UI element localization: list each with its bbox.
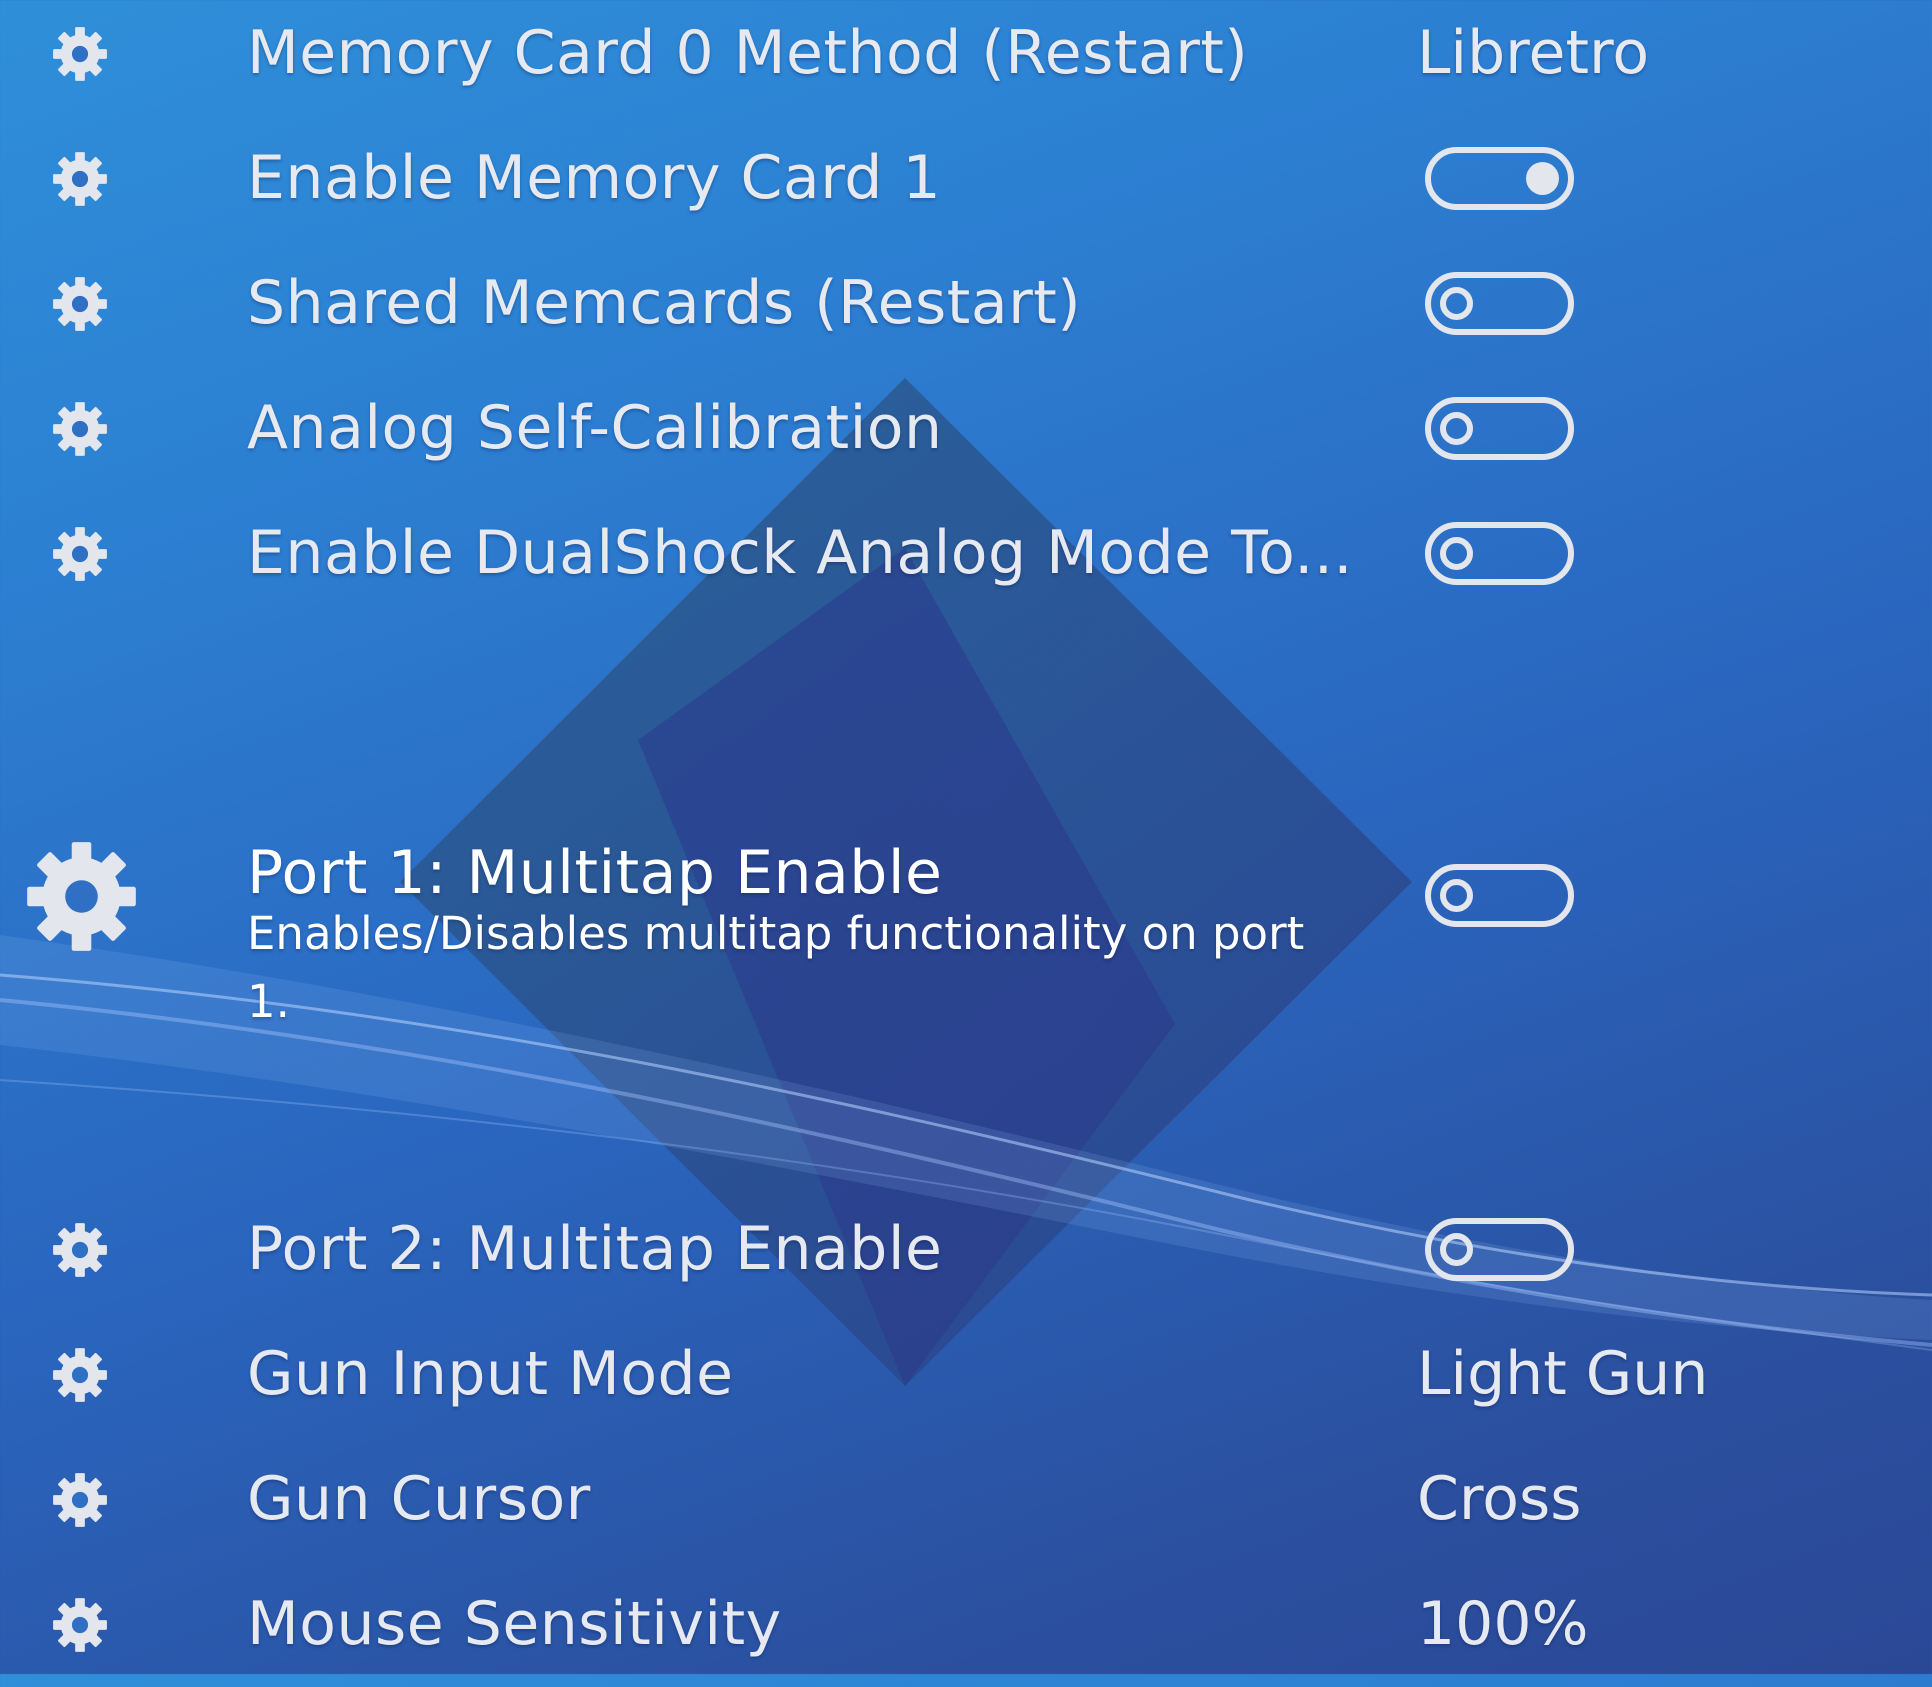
setting-label: Enable Memory Card 1 <box>247 143 942 213</box>
setting-row-shared-memcards[interactable]: Shared Memcards (Restart) <box>0 241 1932 366</box>
setting-row-enable-memory-card-1[interactable]: Enable Memory Card 1 <box>0 116 1932 241</box>
toggle-knob <box>1440 879 1473 912</box>
setting-label: Memory Card 0 Method (Restart) <box>247 18 1249 88</box>
setting-row-dualshock-analog-mode[interactable]: Enable DualShock Analog Mode To... <box>0 491 1932 616</box>
setting-label: Gun Input Mode <box>247 1339 734 1409</box>
setting-row-gun-cursor[interactable]: Gun Cursor Cross <box>0 1437 1932 1562</box>
setting-label: Port 2: Multitap Enable <box>247 1214 943 1284</box>
gear-icon <box>53 1473 107 1527</box>
toggle-switch-off[interactable] <box>1425 864 1574 927</box>
toggle-knob <box>1526 162 1559 195</box>
setting-value: Cross <box>1417 1464 1582 1534</box>
setting-label: Mouse Sensitivity <box>247 1589 782 1659</box>
toggle-switch-off[interactable] <box>1425 1218 1574 1281</box>
setting-label: Gun Cursor <box>247 1464 591 1534</box>
toggle-switch-off[interactable] <box>1425 397 1574 460</box>
setting-label: Analog Self-Calibration <box>247 393 943 463</box>
gear-icon <box>53 527 107 581</box>
toggle-switch-off[interactable] <box>1425 272 1574 335</box>
gear-icon <box>53 402 107 456</box>
setting-row-memory-card-0-method[interactable]: Memory Card 0 Method (Restart) Libretro <box>0 0 1932 116</box>
toggle-knob <box>1440 287 1473 320</box>
toggle-knob <box>1440 412 1473 445</box>
gear-icon <box>27 842 136 951</box>
setting-row-analog-self-calibration[interactable]: Analog Self-Calibration <box>0 366 1932 491</box>
setting-row-gun-input-mode[interactable]: Gun Input Mode Light Gun <box>0 1312 1932 1437</box>
setting-value: Light Gun <box>1417 1339 1709 1409</box>
setting-description: Enables/Disables multitap functionality … <box>247 907 1305 1028</box>
toggle-knob <box>1440 1233 1473 1266</box>
gear-icon <box>53 152 107 206</box>
toggle-knob <box>1440 537 1473 570</box>
setting-value: 100% <box>1417 1589 1589 1659</box>
setting-label: Enable DualShock Analog Mode To... <box>247 518 1353 588</box>
toggle-switch-on[interactable] <box>1425 147 1574 210</box>
gear-icon <box>53 27 107 81</box>
gear-icon <box>53 1598 107 1652</box>
toggle-switch-off[interactable] <box>1425 522 1574 585</box>
gear-icon <box>53 277 107 331</box>
setting-row-port-2-multitap[interactable]: Port 2: Multitap Enable <box>0 1187 1932 1312</box>
setting-row-mouse-sensitivity[interactable]: Mouse Sensitivity 100% <box>0 1562 1932 1687</box>
setting-row-port-1-multitap-selected[interactable]: Port 1: Multitap Enable Enables/Disables… <box>0 790 1932 1050</box>
setting-label: Shared Memcards (Restart) <box>247 268 1082 338</box>
gear-icon <box>53 1348 107 1402</box>
setting-value: Libretro <box>1417 18 1650 88</box>
gear-icon <box>53 1223 107 1277</box>
